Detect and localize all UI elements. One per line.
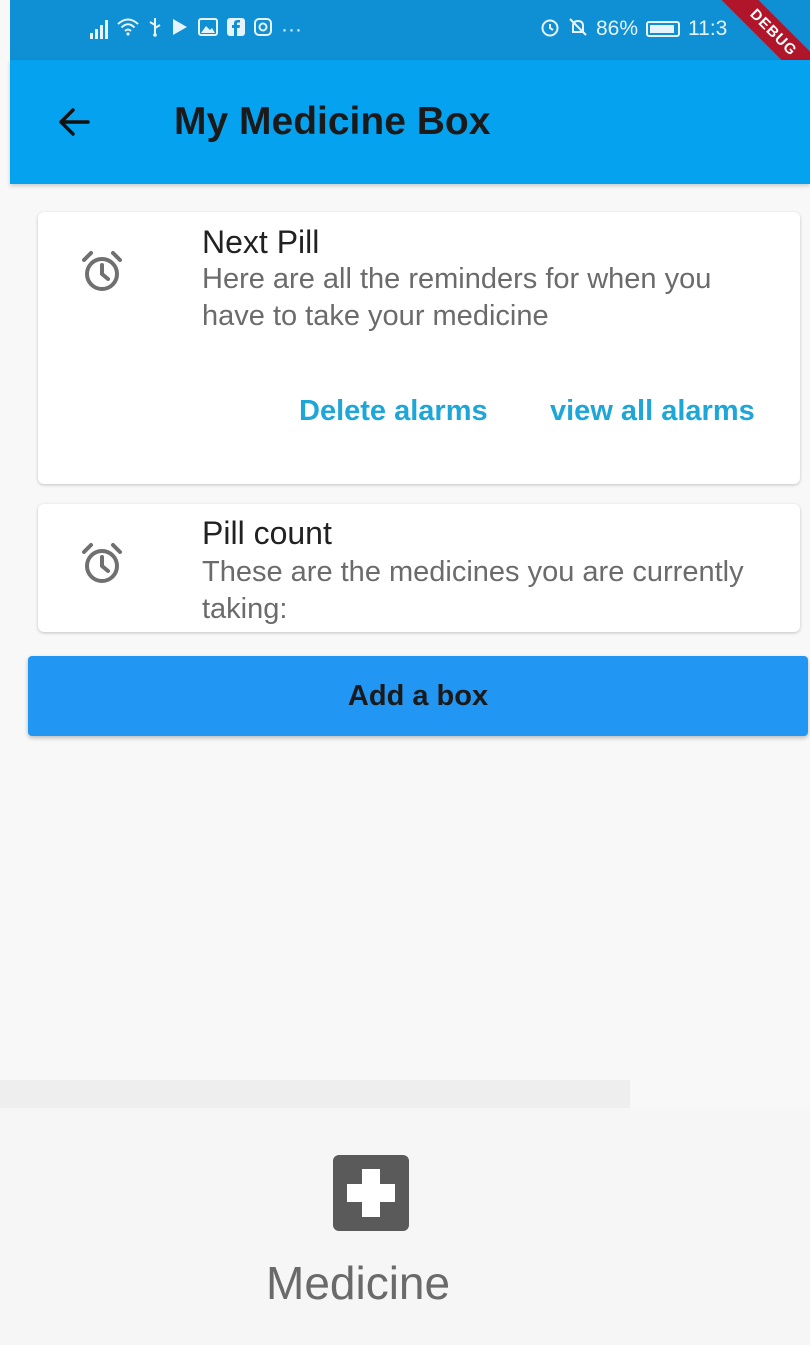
delete-alarms-button[interactable]: Delete alarms (299, 395, 488, 428)
next-pill-subtitle: Here are all the reminders for when you … (202, 263, 712, 332)
page-title: My Medicine Box (174, 100, 491, 143)
alarm-icon (82, 543, 122, 583)
medicine-label[interactable]: Medicine (266, 1256, 450, 1310)
app-bar: My Medicine Box (10, 60, 810, 184)
status-bar: ··· 86% 11:3 DEBUG (10, 0, 810, 60)
bottom-divider (0, 1080, 630, 1108)
alarm-status-icon (540, 17, 560, 41)
next-pill-card: Next Pill Here are all the reminders for… (38, 212, 800, 484)
alarm-icon (82, 251, 122, 291)
pill-count-subtitle: These are the medicines you are currentl… (202, 556, 744, 625)
facebook-icon (227, 18, 245, 40)
add-box-button[interactable]: Add a box (28, 656, 808, 736)
gallery-icon (198, 18, 218, 40)
medicine-plus-icon[interactable] (333, 1155, 409, 1231)
notifications-off-icon (568, 17, 588, 41)
battery-percent: 86% (596, 17, 639, 40)
status-notification-icons: ··· (90, 17, 302, 41)
status-time: 11:3 (688, 17, 728, 40)
more-notifications-indicator: ··· (281, 17, 302, 41)
instagram-icon (254, 18, 272, 40)
pill-count-card: Pill count These are the medicines you a… (38, 504, 800, 632)
view-all-alarms-button[interactable]: view all alarms (550, 395, 755, 428)
status-system-icons: 86% 11:3 (540, 17, 727, 41)
battery-icon (646, 21, 681, 37)
play-store-icon (171, 17, 189, 41)
usb-icon (148, 17, 162, 41)
pill-count-title: Pill count (202, 515, 332, 551)
wifi-icon (117, 17, 139, 41)
back-button[interactable] (50, 98, 98, 146)
next-pill-title: Next Pill (202, 224, 320, 260)
arrow-back-icon (59, 108, 90, 136)
signal-icon (90, 19, 108, 39)
